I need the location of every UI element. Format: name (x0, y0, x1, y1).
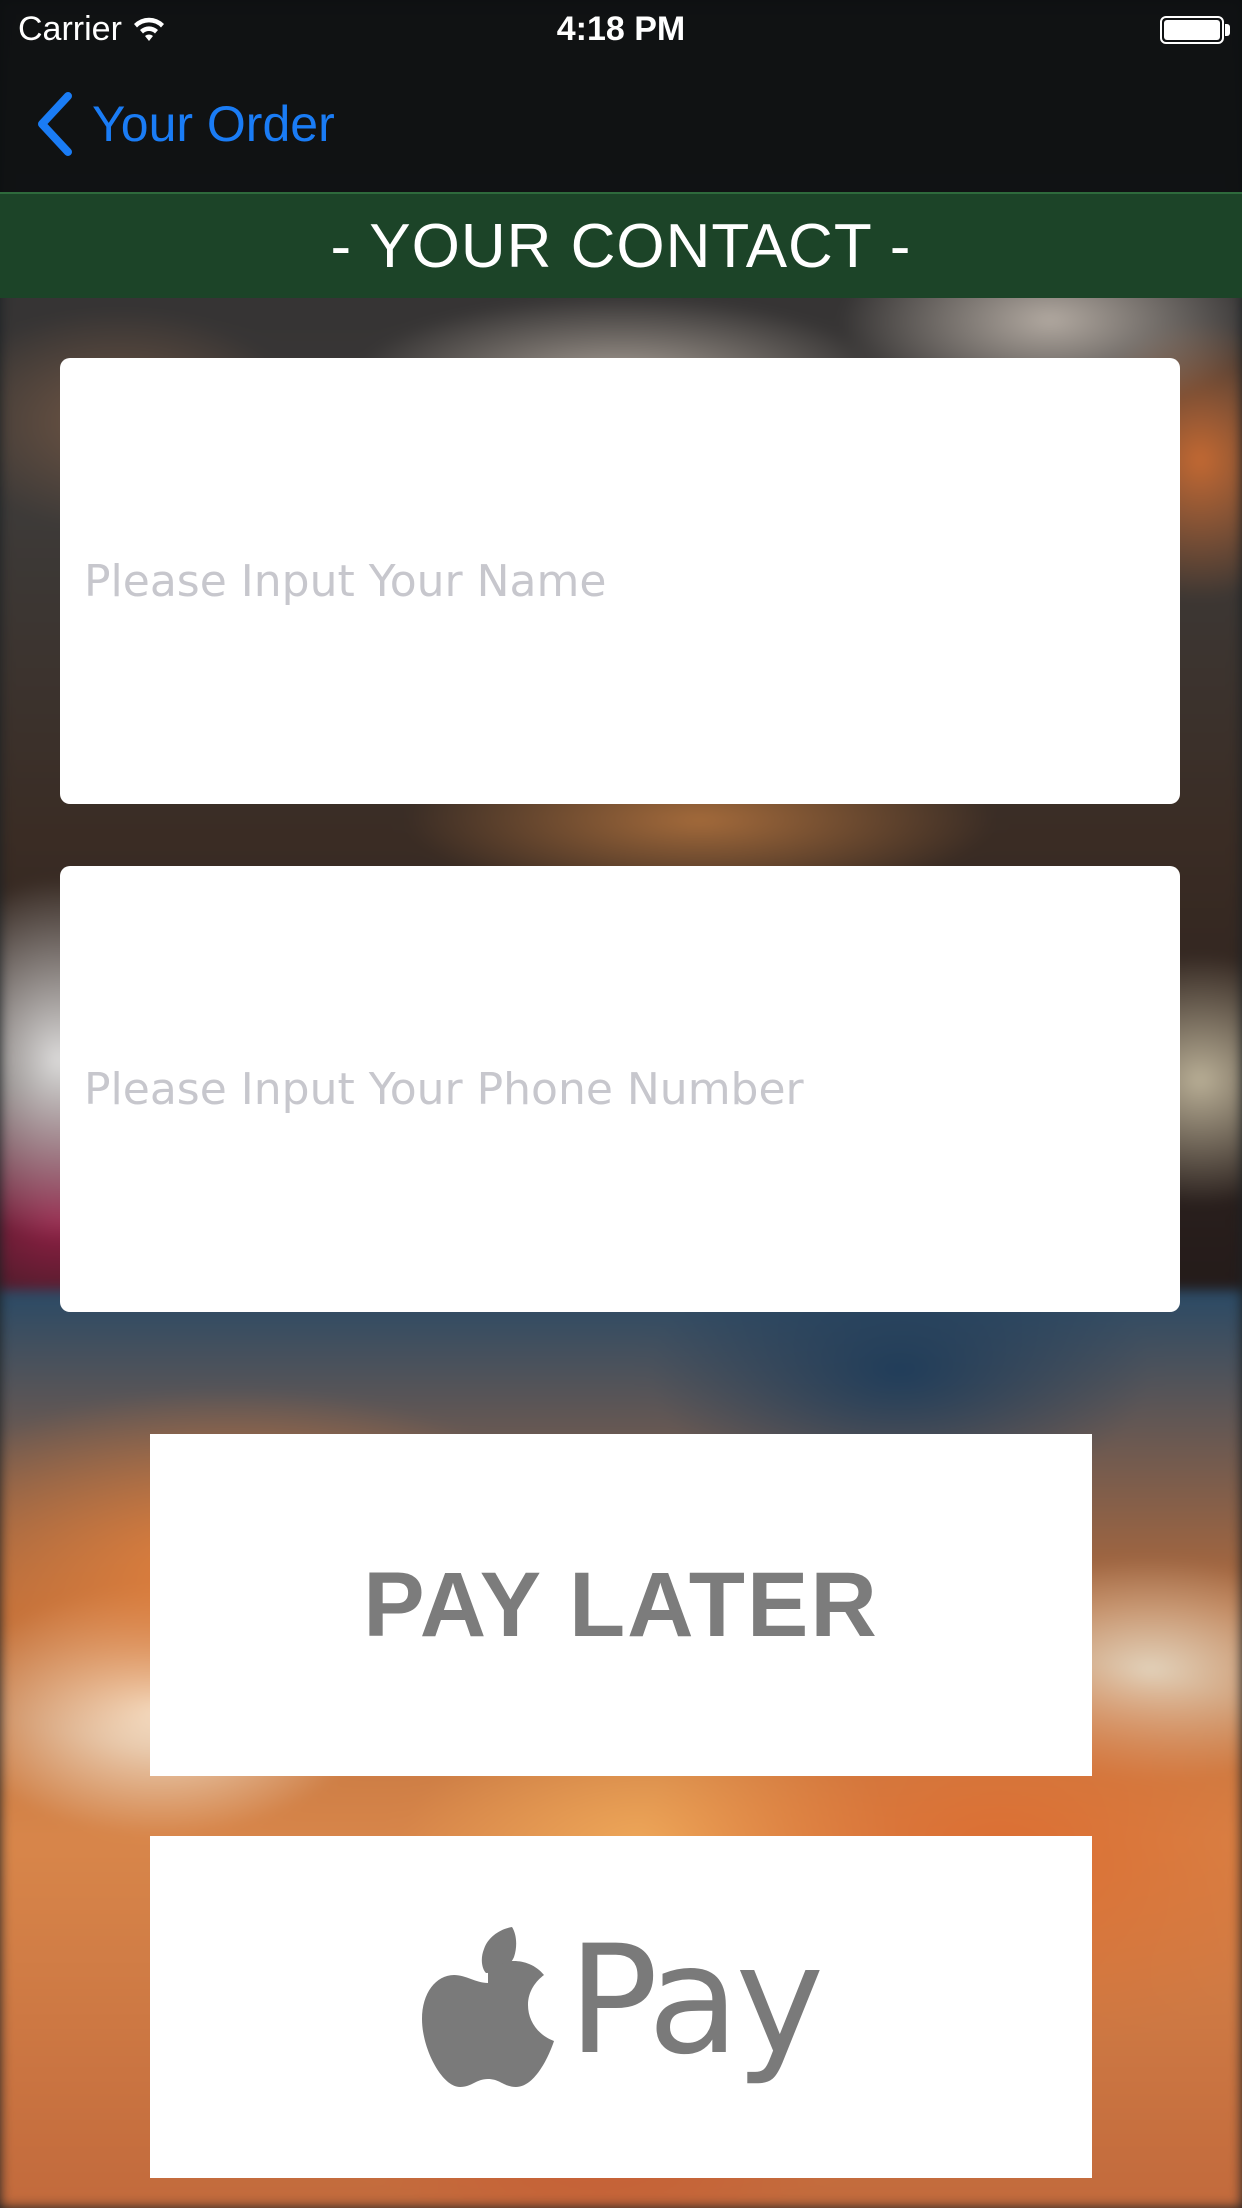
back-button-label: Your Order (92, 96, 335, 152)
navigation-bar: Carrier 4:18 PM Your Order (0, 0, 1242, 192)
apple-pay-logo: Pay (421, 1914, 824, 2088)
phone-input[interactable] (82, 1062, 1180, 1116)
battery-tip (1225, 24, 1230, 36)
status-bar: Carrier 4:18 PM (0, 0, 1242, 60)
apple-pay-text: Pay (567, 1914, 824, 2088)
pay-later-label: PAY LATER (363, 1553, 879, 1656)
name-field[interactable] (60, 358, 1180, 804)
status-time: 4:18 PM (556, 10, 686, 48)
apple-pay-button[interactable]: Pay (150, 1836, 1092, 2178)
back-button[interactable]: Your Order (34, 92, 335, 156)
pay-later-button[interactable]: PAY LATER (150, 1434, 1092, 1776)
chevron-left-icon (38, 92, 72, 156)
apple-logo-icon (421, 1927, 554, 2087)
phone-field[interactable] (60, 866, 1180, 1312)
name-input[interactable] (82, 554, 1180, 608)
section-title: - YOUR CONTACT - (0, 192, 1242, 298)
battery-icon (1160, 16, 1224, 44)
